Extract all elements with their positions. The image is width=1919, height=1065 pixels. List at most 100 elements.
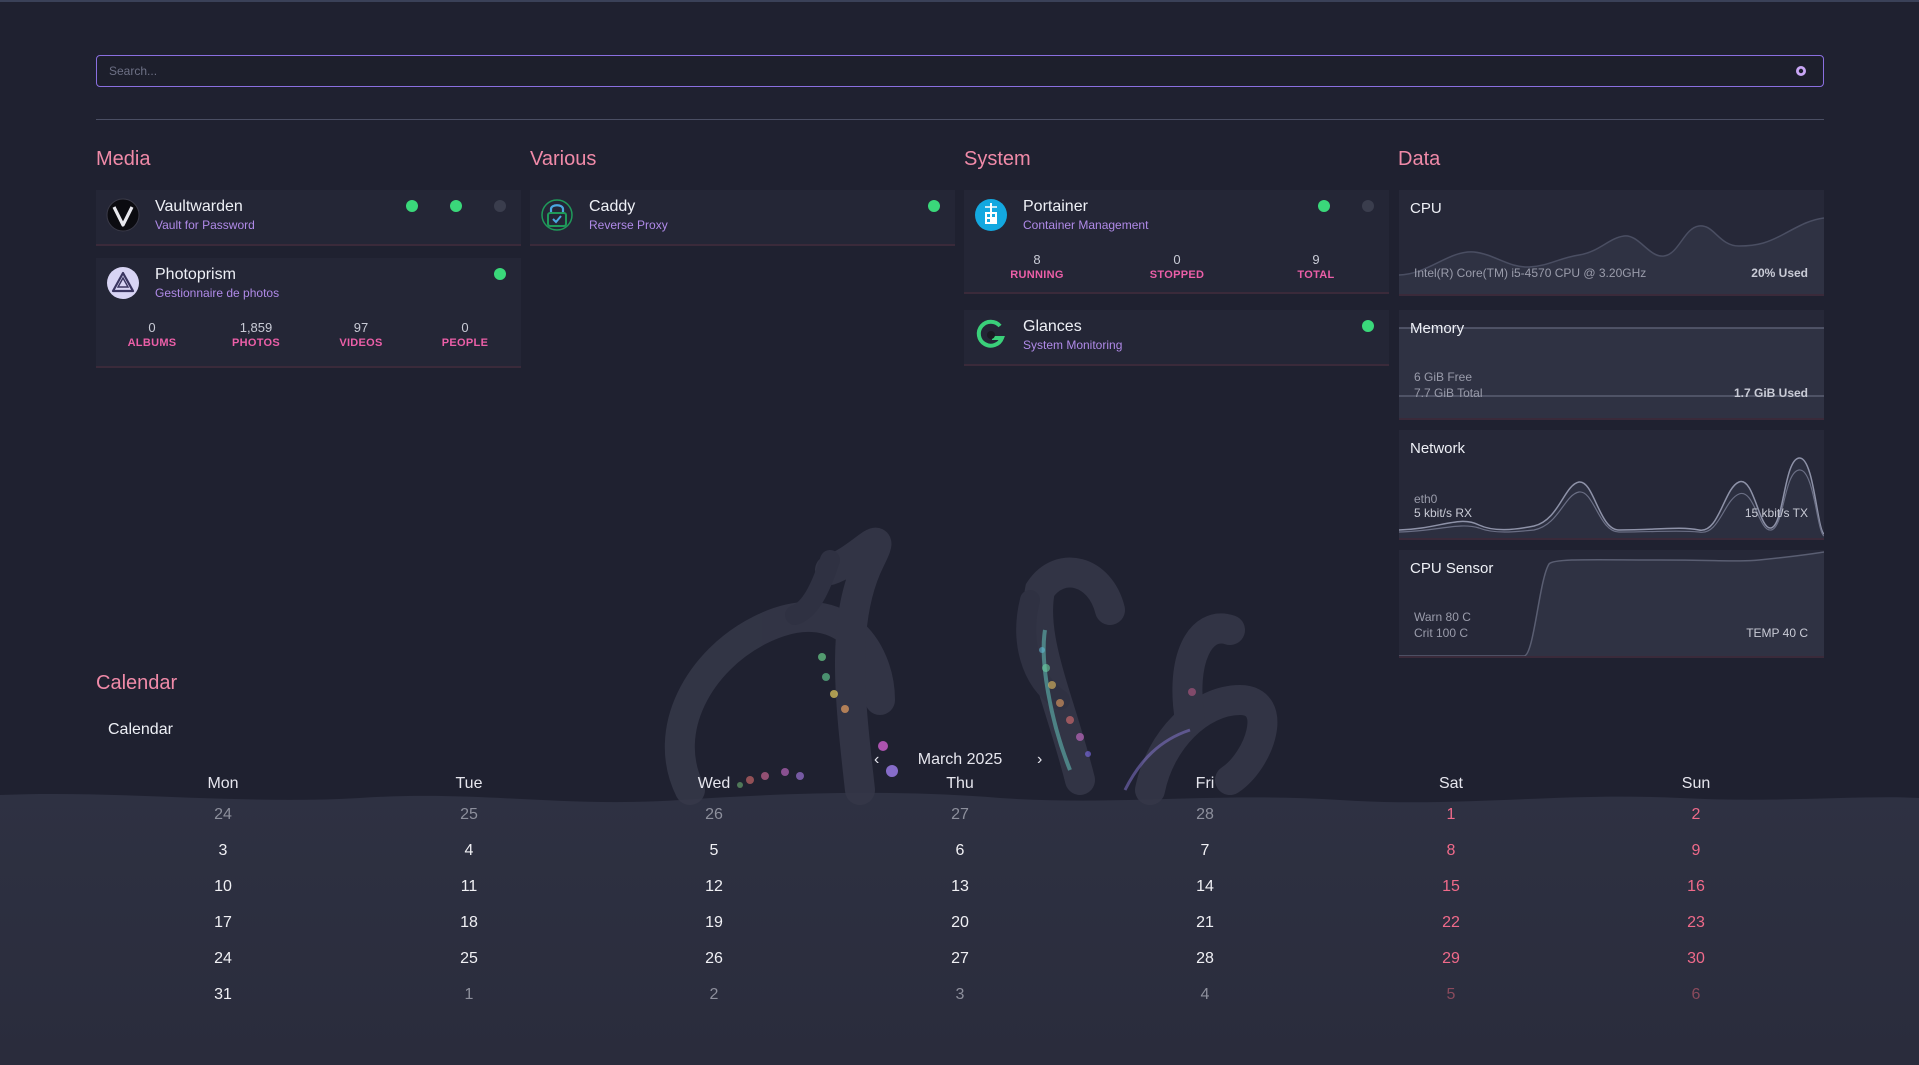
calendar-day-cell[interactable]: 5 xyxy=(1391,986,1511,1004)
stat-running: 8 RUNNING xyxy=(987,252,1087,281)
calendar-day-cell[interactable]: 1 xyxy=(1391,806,1511,824)
stat-value: 97 xyxy=(353,320,369,335)
calendar-day-cell[interactable]: 26 xyxy=(654,806,774,824)
status-dot-online xyxy=(1362,320,1374,332)
calendar-day-cell[interactable]: 1 xyxy=(409,986,529,1004)
calendar-day-cell[interactable]: 30 xyxy=(1636,950,1756,968)
calendar-day-cell[interactable]: 27 xyxy=(900,950,1020,968)
calendar-month-label: March 2025 xyxy=(917,751,1003,768)
calendar-day-cell[interactable]: 28 xyxy=(1145,806,1265,824)
stat-total: 9 TOTAL xyxy=(1266,252,1366,281)
calendar-next-button[interactable]: › xyxy=(1037,751,1042,769)
cpu-model: Intel(R) Core(TM) i5-4570 CPU @ 3.20GHz xyxy=(1414,266,1647,280)
calendar-day-cell[interactable]: 11 xyxy=(409,878,529,896)
memory-total: 7.7 GiB Total xyxy=(1414,386,1483,400)
search-bar[interactable] xyxy=(96,55,1824,87)
stat-value: 9 xyxy=(1312,252,1320,267)
calendar-day-cell[interactable]: 27 xyxy=(900,806,1020,824)
calendar-day-cell[interactable]: 8 xyxy=(1391,842,1511,860)
calendar-day-cell[interactable]: 4 xyxy=(409,842,529,860)
calendar-day-cell[interactable]: 10 xyxy=(163,878,283,896)
photoprism-logo-icon xyxy=(107,267,139,299)
calendar-day-cell[interactable]: 25 xyxy=(409,950,529,968)
calendar-day-cell[interactable]: 6 xyxy=(900,842,1020,860)
section-title-system: System xyxy=(964,148,1031,170)
stat-label: ALBUMS xyxy=(127,337,177,349)
calendar-day-cell[interactable]: 3 xyxy=(900,986,1020,1004)
stat-value: 8 xyxy=(1033,252,1041,267)
service-card-photoprism[interactable]: Photoprism Gestionnaire de photos 0 ALBU… xyxy=(96,258,521,368)
service-card-portainer[interactable]: Portainer Container Management 8 RUNNING… xyxy=(964,190,1389,294)
status-dot-online xyxy=(1318,200,1330,212)
calendar-day-cell[interactable]: 22 xyxy=(1391,914,1511,932)
calendar-day-cell[interactable]: 23 xyxy=(1636,914,1756,932)
stat-albums: 0 ALBUMS xyxy=(102,320,202,349)
widget-cpu[interactable]: CPU Intel(R) Core(TM) i5-4570 CPU @ 3.20… xyxy=(1399,190,1824,296)
service-name: Caddy xyxy=(589,198,636,215)
calendar-day-cell[interactable]: 20 xyxy=(900,914,1020,932)
calendar-day-cell[interactable]: 13 xyxy=(900,878,1020,896)
calendar-day-cell[interactable]: 29 xyxy=(1391,950,1511,968)
calendar-day-cell[interactable]: 12 xyxy=(654,878,774,896)
service-name: Portainer xyxy=(1023,198,1088,215)
calendar-day-cell[interactable]: 14 xyxy=(1145,878,1265,896)
calendar-weekday-label: Wed xyxy=(697,775,731,792)
widget-network[interactable]: Network eth0 5 kbit/s RX 15 kbit/s TX xyxy=(1399,430,1824,540)
calendar-day-cell[interactable]: 28 xyxy=(1145,950,1265,968)
calendar-day-cell[interactable]: 21 xyxy=(1145,914,1265,932)
service-description: Vault for Password xyxy=(155,218,255,232)
widget-title: Memory xyxy=(1410,320,1465,337)
calendar-day-cell[interactable]: 4 xyxy=(1145,986,1265,1004)
status-dot-online xyxy=(928,200,940,212)
calendar-day-cell[interactable]: 16 xyxy=(1636,878,1756,896)
calendar-day-cell[interactable]: 24 xyxy=(163,806,283,824)
service-description: Gestionnaire de photos xyxy=(155,286,280,300)
service-card-glances[interactable]: Glances System Monitoring xyxy=(964,310,1389,366)
calendar-day-cell[interactable]: 31 xyxy=(163,986,283,1004)
status-dot-online xyxy=(494,268,506,280)
calendar-day-cell[interactable]: 19 xyxy=(654,914,774,932)
calendar-day-cell[interactable]: 25 xyxy=(409,806,529,824)
sensor-crit: Crit 100 C xyxy=(1414,626,1469,640)
sensor-temp: TEMP 40 C xyxy=(1746,626,1808,640)
stat-label: TOTAL xyxy=(1297,269,1335,281)
search-input[interactable] xyxy=(109,62,1789,80)
status-dot-online xyxy=(406,200,418,212)
stat-label: STOPPED xyxy=(1149,269,1205,281)
calendar-day-cell[interactable]: 17 xyxy=(163,914,283,932)
widget-cpu-sensor[interactable]: CPU Sensor Warn 80 C Crit 100 C TEMP 40 … xyxy=(1399,550,1824,658)
calendar-weekday-label: Thu xyxy=(946,775,974,792)
calendar-day-cell[interactable]: 15 xyxy=(1391,878,1511,896)
search-icon[interactable] xyxy=(1795,65,1807,77)
dashboard: Media Various System Data Vaultwarden Va… xyxy=(0,0,1919,1065)
stat-photos: 1,859 PHOTOS xyxy=(206,320,306,349)
calendar-day-cell[interactable]: 5 xyxy=(654,842,774,860)
stat-label: PHOTOS xyxy=(231,337,281,349)
service-card-vaultwarden[interactable]: Vaultwarden Vault for Password xyxy=(96,190,521,246)
calendar-day-cell[interactable]: 24 xyxy=(163,950,283,968)
memory-used: 1.7 GiB Used xyxy=(1733,386,1808,400)
stat-value: 0 xyxy=(461,320,469,335)
cpu-usage-graph xyxy=(1399,217,1824,294)
calendar-day-cell[interactable]: 3 xyxy=(163,842,283,860)
calendar-day-cell[interactable]: 26 xyxy=(654,950,774,968)
calendar-day-cell[interactable]: 7 xyxy=(1145,842,1265,860)
portainer-logo-icon xyxy=(975,199,1007,231)
vaultwarden-logo-icon xyxy=(106,198,140,232)
calendar-day-cell[interactable]: 18 xyxy=(409,914,529,932)
stat-people: 0 PEOPLE xyxy=(415,320,515,349)
calendar-prev-button[interactable]: ‹ xyxy=(874,751,879,769)
calendar-day-cell[interactable]: 6 xyxy=(1636,986,1756,1004)
calendar-widget-title: Calendar xyxy=(108,721,173,738)
service-description: Reverse Proxy xyxy=(589,218,668,232)
sensor-warn: Warn 80 C xyxy=(1414,610,1471,624)
calendar-day-cell[interactable]: 2 xyxy=(1636,806,1756,824)
calendar-day-cell[interactable]: 9 xyxy=(1636,842,1756,860)
calendar-day-cell[interactable]: 2 xyxy=(654,986,774,1004)
status-dot-online xyxy=(450,200,462,212)
section-title-various: Various xyxy=(530,148,597,170)
service-card-caddy[interactable]: Caddy Reverse Proxy xyxy=(530,190,955,246)
widget-memory[interactable]: Memory 6 GiB Free 7.7 GiB Total 1.7 GiB … xyxy=(1399,310,1824,420)
calendar-weekday-label: Sun xyxy=(1681,775,1711,792)
stat-value: 0 xyxy=(1173,252,1181,267)
